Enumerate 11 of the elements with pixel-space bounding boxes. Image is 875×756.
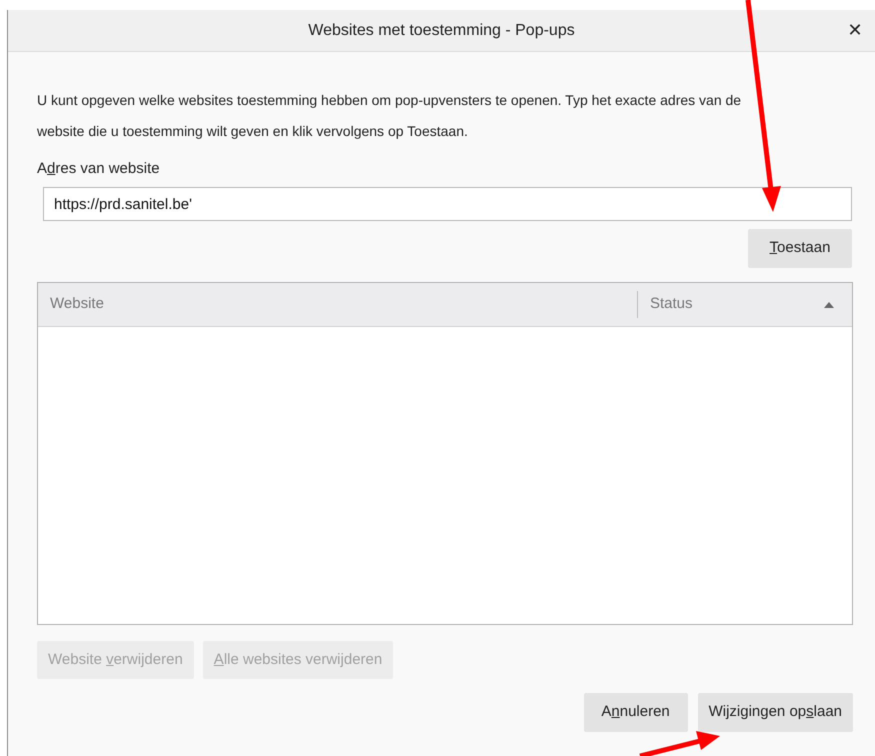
close-button[interactable]: ✕ [843,18,867,42]
save-changes-button[interactable]: Wijzigingen opslaan [698,693,853,732]
website-list[interactable]: Website Status [37,282,853,625]
column-header[interactable]: Website [50,293,104,316]
allow-button[interactable]: Toestaan [748,229,852,268]
window-title: Websites met toestemming - Pop-ups [308,20,575,40]
cancel-button[interactable]: Annuleren [584,693,688,732]
address-field[interactable]: https://prd.sanitel.be' [43,187,852,221]
address-label: Adres van website [37,160,160,177]
column-header[interactable]: Status [650,293,693,316]
description-text: U kunt opgeven welke websites toestemming hebben om pop-upvensters te openen. Typ het exacte adres van de website die u toestemming wilt geven en klik vervolgens op Toestaan. [37,91,742,141]
